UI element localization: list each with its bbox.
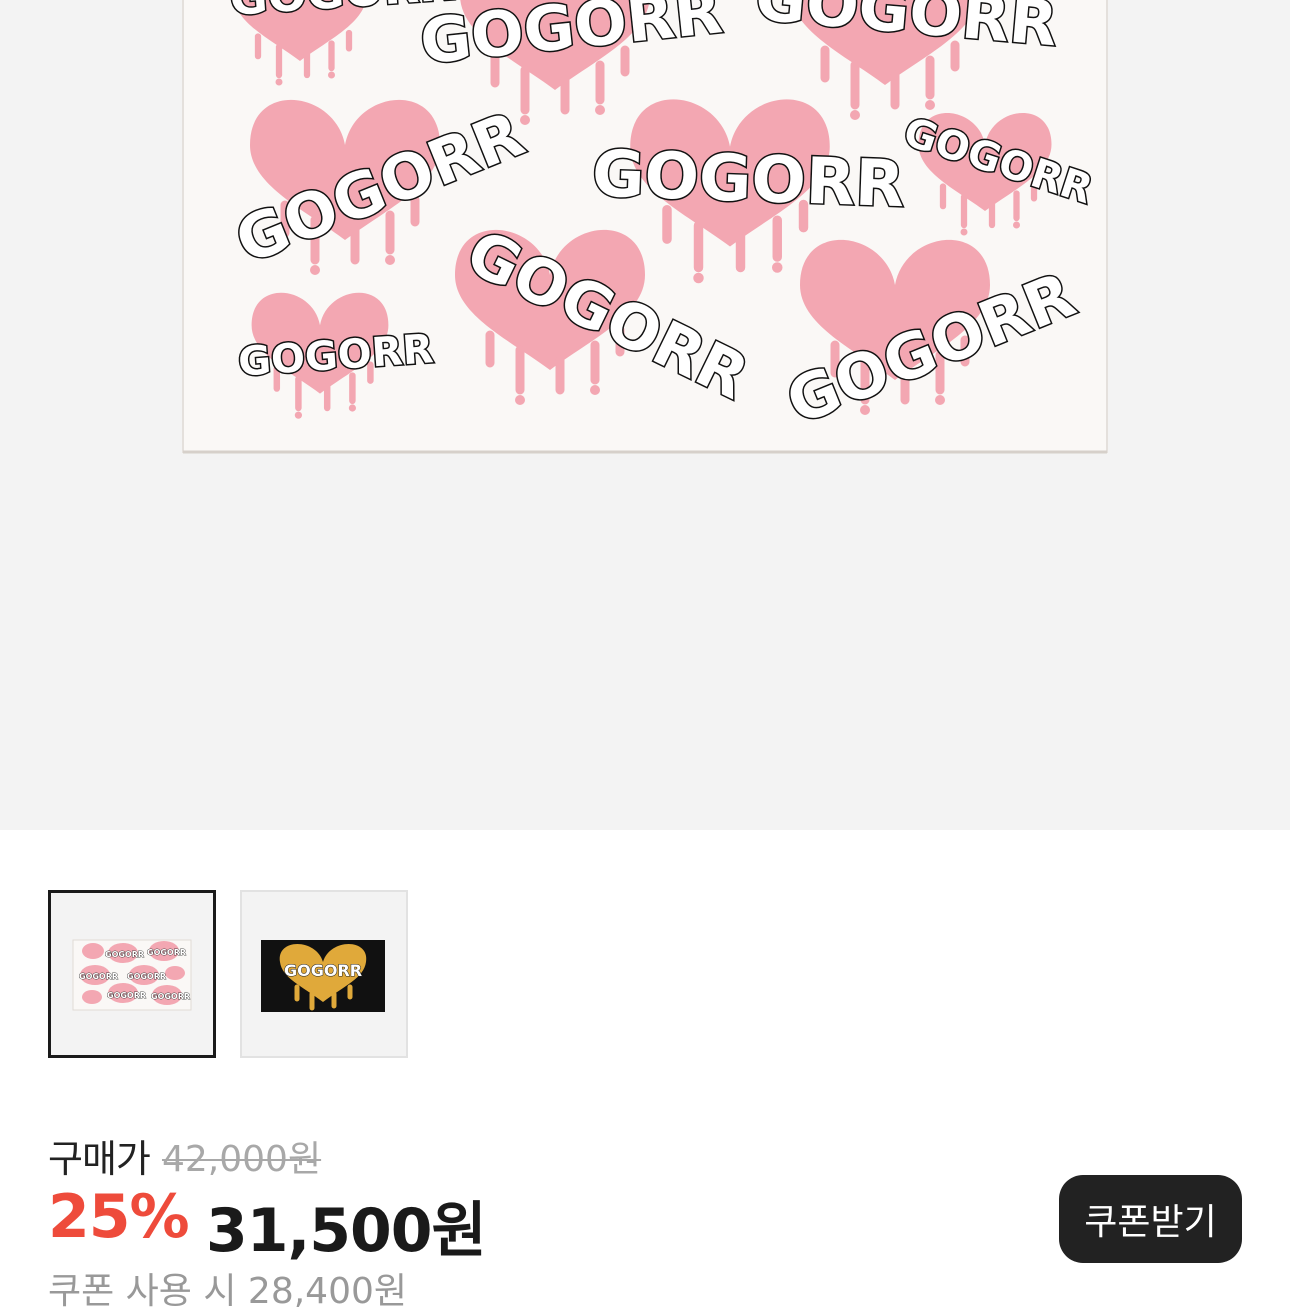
- thumbnail-black-towel[interactable]: GOGORR: [240, 890, 408, 1058]
- price-label: 구매가: [48, 1137, 151, 1181]
- discount-rate: 25%: [48, 1182, 190, 1252]
- thumbnail-image: GOGORR: [261, 940, 385, 1012]
- svg-text:GOGORR: GOGORR: [107, 991, 146, 1000]
- thumbnail-image: GOGORR GOGORR GOGORR GOGORR GOGORR GOGOR…: [72, 939, 192, 1011]
- svg-text:GOGORR: GOGORR: [591, 137, 906, 222]
- get-coupon-button[interactable]: 쿠폰받기: [1059, 1175, 1242, 1263]
- thumbnail-pink-towel[interactable]: GOGORR GOGORR GOGORR GOGORR GOGORR GOGOR…: [48, 890, 216, 1058]
- original-price: 42,000원: [162, 1139, 322, 1180]
- product-image: GOGORR GOGORR GOGORR GOGORR GOGORR GOGOR…: [182, 0, 1108, 454]
- svg-text:GOGORR: GOGORR: [79, 972, 118, 981]
- coupon-price-note: 쿠폰 사용 시 28,400원: [48, 1271, 408, 1312]
- svg-text:GOGORR: GOGORR: [105, 950, 144, 959]
- svg-text:GOGORR: GOGORR: [284, 961, 362, 980]
- svg-text:GOGORR: GOGORR: [147, 948, 186, 957]
- svg-text:GOGORR: GOGORR: [127, 972, 166, 981]
- product-image-area[interactable]: GOGORR GOGORR GOGORR GOGORR GOGORR GOGOR…: [0, 0, 1290, 830]
- sale-price: 31,500원: [206, 1196, 487, 1266]
- svg-text:GOGORR: GOGORR: [151, 992, 190, 1001]
